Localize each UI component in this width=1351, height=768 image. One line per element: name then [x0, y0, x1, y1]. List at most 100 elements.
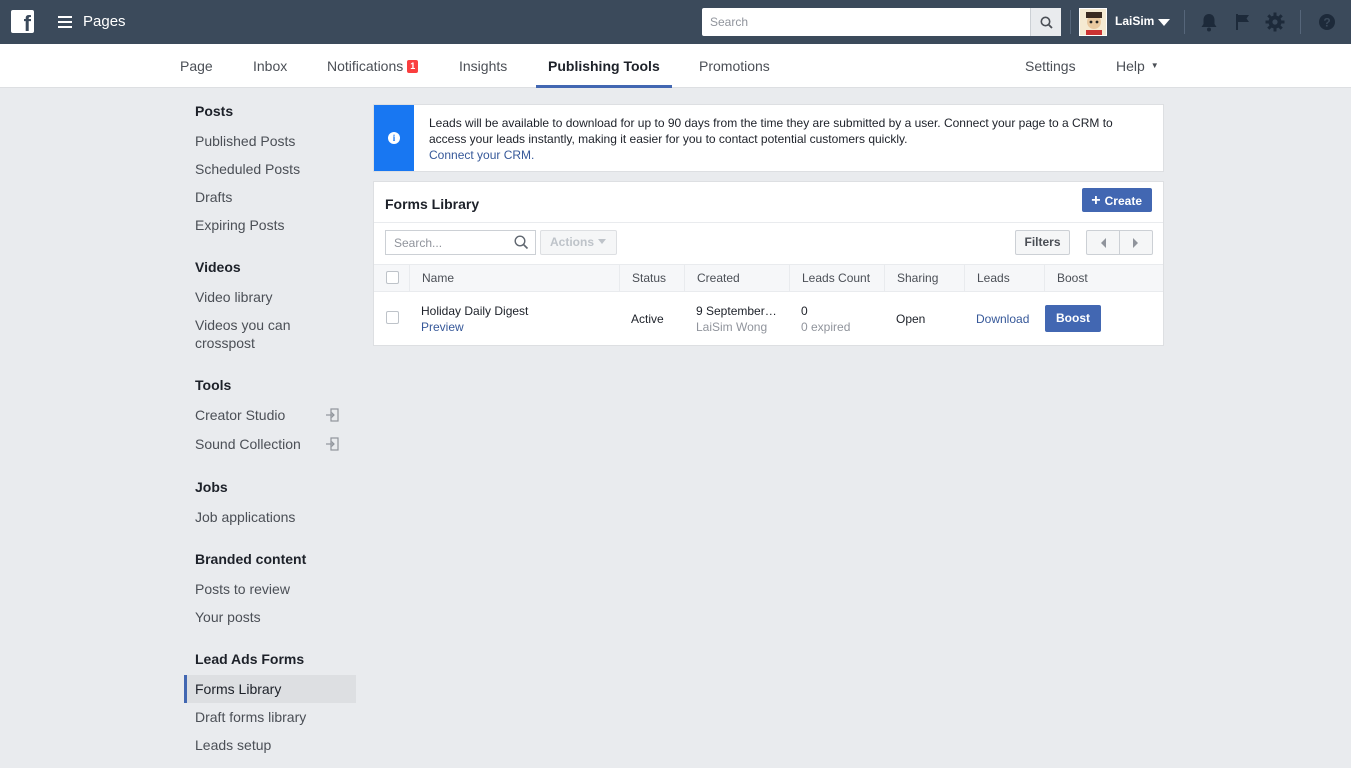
select-all-cell: [374, 265, 409, 291]
filters-button[interactable]: Filters: [1015, 230, 1070, 255]
column-header-leads[interactable]: Leads: [964, 265, 1044, 291]
sidebar-item-published-posts[interactable]: Published Posts: [184, 132, 356, 150]
bell-icon[interactable]: [1198, 11, 1220, 33]
column-header-sharing[interactable]: Sharing: [884, 265, 964, 291]
sidebar-item-crosspost[interactable]: Videos you can crosspost: [184, 316, 304, 352]
previous-page-button[interactable]: [1087, 231, 1120, 254]
boost-button[interactable]: Boost: [1045, 305, 1101, 332]
created-date: 9 September…: [696, 304, 777, 318]
external-link-icon: [326, 437, 339, 451]
tab-help[interactable]: Help ▼: [1116, 44, 1159, 88]
created-by: LaiSim Wong: [696, 320, 768, 334]
sidebar-item-video-library[interactable]: Video library: [184, 288, 356, 306]
row-checkbox[interactable]: [386, 311, 399, 324]
connect-crm-link[interactable]: Connect your CRM.: [429, 147, 1149, 163]
sidebar-section-jobs: Jobs: [195, 479, 228, 495]
sidebar-item-draft-forms-library[interactable]: Draft forms library: [184, 708, 356, 726]
plus-icon: +: [1091, 191, 1101, 209]
column-header-leads-count[interactable]: Leads Count: [789, 265, 884, 291]
arrow-right-icon: [1133, 237, 1138, 248]
gear-icon[interactable]: [1264, 11, 1286, 33]
create-button[interactable]: + Create: [1082, 188, 1152, 212]
pager: [1086, 230, 1153, 255]
chevron-down-icon[interactable]: [1158, 19, 1170, 26]
table-header: Name Status Created Leads Count Sharing …: [374, 264, 1163, 292]
global-search-input[interactable]: [702, 8, 1022, 36]
divider: [1184, 10, 1185, 34]
sidebar-item-forms-library[interactable]: Forms Library: [184, 675, 356, 703]
sidebar-section-videos: Videos: [195, 259, 241, 275]
caret-down-icon: [598, 239, 607, 245]
leads-count-cell: 0 0 expired: [801, 303, 850, 335]
tab-promotions[interactable]: Promotions: [699, 44, 770, 88]
flag-icon[interactable]: [1232, 11, 1254, 33]
tab-notifications[interactable]: Notifications 1: [327, 44, 419, 88]
tab-label: Notifications: [327, 58, 404, 74]
sidebar-item-scheduled-posts[interactable]: Scheduled Posts: [184, 160, 356, 178]
tab-settings[interactable]: Settings: [1025, 44, 1076, 88]
forms-library-panel: Forms Library +Create Actions Filters Na…: [373, 181, 1164, 346]
page-nav-bar: Page Inbox Notifications 1 Insights Publi…: [0, 44, 1351, 88]
download-leads-link[interactable]: Download: [976, 311, 1029, 327]
preview-link[interactable]: Preview: [421, 319, 528, 335]
sidebar-item-posts-to-review[interactable]: Posts to review: [184, 580, 356, 598]
info-message: Leads will be available to download for …: [429, 116, 1113, 146]
sidebar-item-drafts[interactable]: Drafts: [184, 188, 356, 206]
avatar[interactable]: [1079, 8, 1107, 36]
column-header-created[interactable]: Created: [684, 265, 789, 291]
facebook-logo-icon[interactable]: f: [11, 10, 34, 35]
sidebar-section-posts: Posts: [195, 103, 234, 119]
info-text: Leads will be available to download for …: [429, 115, 1149, 163]
menu-icon[interactable]: [58, 16, 72, 28]
forms-search: [385, 230, 536, 255]
search-icon[interactable]: [514, 235, 529, 250]
sidebar-item-job-applications[interactable]: Job applications: [184, 508, 356, 526]
tab-publishing-tools[interactable]: Publishing Tools: [536, 44, 672, 88]
form-name[interactable]: Holiday Daily Digest: [421, 304, 528, 318]
search-button[interactable]: [1030, 8, 1061, 36]
sidebar-section-branded-content: Branded content: [195, 551, 307, 567]
sidebar-item-leads-setup[interactable]: Leads setup: [184, 736, 356, 754]
next-page-button[interactable]: [1119, 231, 1152, 254]
sidebar-item-your-posts[interactable]: Your posts: [184, 608, 356, 626]
column-header-boost[interactable]: Boost: [1044, 265, 1163, 291]
column-header-status[interactable]: Status: [619, 265, 684, 291]
divider: [374, 222, 1163, 223]
create-label: Create: [1104, 194, 1142, 208]
sidebar-item-label: Sound Collection: [195, 436, 301, 452]
info-banner: i Leads will be available to download fo…: [373, 104, 1164, 172]
sidebar-item-label: Creator Studio: [195, 407, 286, 423]
sidebar-section-tools: Tools: [195, 377, 232, 393]
tab-inbox[interactable]: Inbox: [253, 44, 287, 88]
created-cell: 9 September… LaiSim Wong: [696, 303, 782, 335]
sidebar-item-sound-collection[interactable]: Sound Collection: [184, 435, 356, 453]
divider: [1300, 10, 1301, 34]
divider: [1070, 10, 1071, 34]
form-name-cell: Holiday Daily Digest Preview: [421, 303, 528, 335]
select-all-checkbox[interactable]: [386, 271, 399, 284]
help-icon[interactable]: ?: [1316, 11, 1338, 33]
expired-count: 0 expired: [801, 320, 851, 334]
sidebar-section-lead-ads-forms: Lead Ads Forms: [195, 651, 305, 667]
sidebar-item-expiring-posts[interactable]: Expiring Posts: [184, 216, 356, 234]
tab-insights[interactable]: Insights: [459, 44, 507, 88]
global-search: [702, 8, 1061, 36]
actions-dropdown[interactable]: Actions: [540, 230, 617, 255]
username[interactable]: LaiSim: [1115, 14, 1154, 28]
svg-text:?: ?: [1323, 16, 1330, 30]
column-header-name[interactable]: Name: [409, 265, 619, 291]
panel-title: Forms Library: [385, 196, 480, 212]
arrow-left-icon: [1100, 237, 1106, 248]
forms-search-input[interactable]: [386, 231, 506, 254]
tab-label: Insights: [459, 58, 508, 74]
sidebar-item-creator-studio[interactable]: Creator Studio: [184, 406, 356, 424]
download-label: Download: [976, 312, 1030, 326]
tab-page[interactable]: Page: [180, 44, 213, 88]
tab-label: Publishing Tools: [548, 58, 660, 74]
notification-badge: 1: [407, 59, 419, 73]
leads-count: 0: [801, 304, 808, 318]
table-row: Holiday Daily Digest Preview Active 9 Se…: [374, 292, 1163, 346]
info-strip: i: [374, 105, 414, 171]
caret-down-icon: ▼: [1150, 61, 1159, 71]
app-title[interactable]: Pages: [83, 13, 126, 30]
